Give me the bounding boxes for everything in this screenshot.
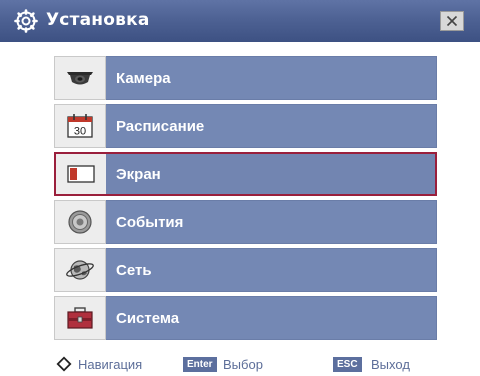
menu-item-label: Экран [116,165,161,183]
display-icon [67,165,95,183]
menu-item-label: События [116,213,184,231]
settings-window: Установка Камера 30 Расписание Экран Соб… [0,0,480,376]
enter-key-badge: Enter [183,357,217,372]
menu-item-label: Расписание [116,117,205,135]
calendar-day: 30 [74,126,86,138]
calendar-icon: 30 [67,114,93,138]
footer-hints: Навигация Enter Выбор ESC Выход [0,352,480,376]
esc-key-badge: ESC [333,357,362,372]
menu-icon-box [54,200,106,244]
menu-icon-box [54,152,106,196]
menu-item-events[interactable]: События [54,200,437,244]
menu-icon-box [54,248,106,292]
exit-hint-label: Выход [371,357,410,372]
menu-item-label: Система [116,309,180,327]
settings-menu: Камера 30 Расписание Экран События Сеть … [54,56,437,344]
menu-item-schedule[interactable]: 30 Расписание [54,104,437,148]
close-button[interactable] [440,11,464,31]
close-icon [446,15,458,27]
system-icon [67,307,93,329]
camera-icon [67,72,93,85]
select-hint-label: Выбор [223,357,263,372]
navigation-arrows-icon [56,356,72,372]
menu-icon-box [54,296,106,340]
network-icon [66,260,94,280]
gear-icon [14,9,38,33]
menu-item-display[interactable]: Экран [54,152,437,196]
menu-icon-box [54,56,106,100]
window-title: Установка [46,10,150,30]
navigation-hint-label: Навигация [78,357,143,372]
events-icon [68,210,92,234]
menu-item-system[interactable]: Система [54,296,437,340]
menu-icon-box: 30 [54,104,106,148]
menu-item-network[interactable]: Сеть [54,248,437,292]
title-bar: Установка [0,0,480,42]
menu-item-label: Сеть [116,261,152,279]
menu-item-camera[interactable]: Камера [54,56,437,100]
menu-item-label: Камера [116,69,171,87]
